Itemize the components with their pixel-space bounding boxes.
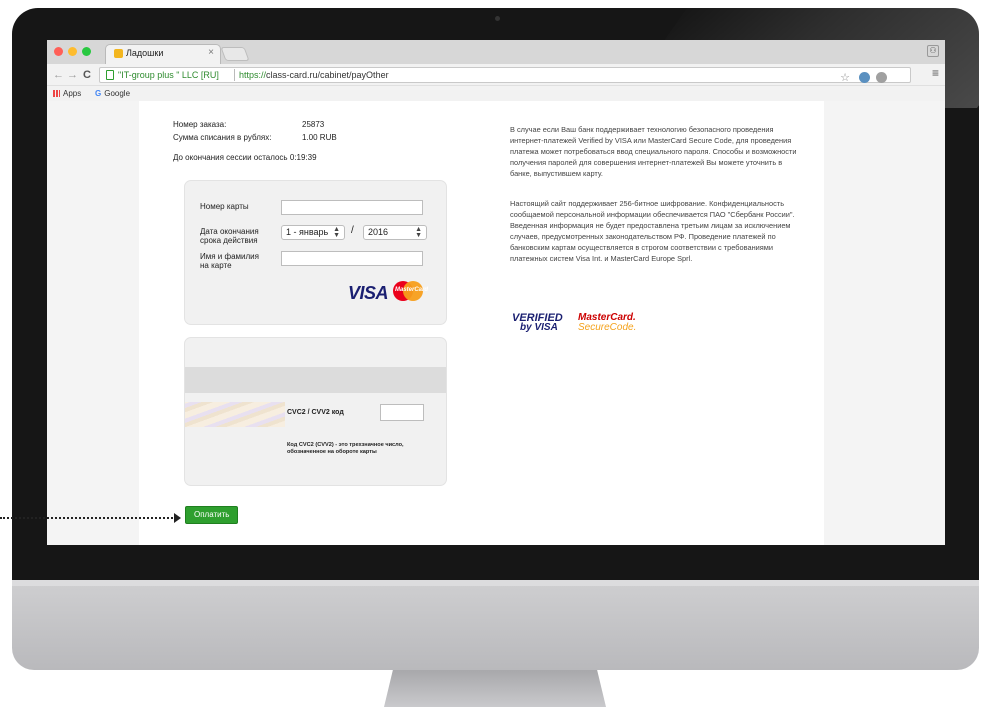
url-text[interactable]: https://class-card.ru/cabinet/payOther [239,70,389,80]
expiry-month-value: 1 - январь [286,227,329,237]
order-number-value: 25873 [302,120,325,129]
mastercard-logo-text: MasterCard [395,287,429,293]
pointer-arrow-head [174,513,181,523]
signature-strip [185,402,285,427]
google-icon: G [95,89,102,98]
bookmark-google[interactable]: G Google [95,89,130,98]
new-tab-button[interactable] [220,47,250,61]
screen: Ладошки × ⚇ ← → C "IT-group plus " LLC [… [47,40,945,545]
session-timer: До окончания сессии осталось 0:19:39 [173,153,317,162]
monitor-chin [12,580,979,670]
expiry-year-select[interactable]: 2016 ▲ ▼ [363,225,427,240]
mastercard-securecode-logo: MasterCard. SecureCode. [578,313,636,333]
monitor-stand [384,670,606,707]
visa-logo: VISA [348,283,389,303]
magnetic-stripe [185,367,446,393]
reload-icon[interactable]: C [83,67,91,83]
apps-icon [53,90,60,97]
menu-icon[interactable]: ≡ [932,66,939,80]
amount-label: Сумма списания в рублях: [173,133,272,142]
cvc-input[interactable] [380,404,424,421]
maximize-window-button[interactable] [82,47,91,56]
secure-payment-info: В случае если Ваш банк поддерживает техн… [510,125,797,178]
close-window-button[interactable] [54,47,63,56]
card-front-panel: Номер карты Дата окончания срока действи… [184,180,447,325]
extension-icon[interactable] [876,72,887,83]
back-icon[interactable]: ← [53,67,64,83]
close-icon[interactable]: × [208,47,214,58]
cvc-hint: Код CVC2 (CVV2) - это трехзначное число,… [287,442,404,455]
address-bar[interactable]: "IT-group plus " LLC [RU] https://class-… [99,67,911,84]
mastercard-logo: MasterCard [393,281,428,301]
ev-certificate-name[interactable]: "IT-group plus " LLC [RU] [118,70,219,80]
card-number-label: Номер карты [200,202,249,211]
pay-button[interactable]: Оплатить [185,506,239,524]
amount-value: 1.00 RUB [302,133,337,142]
tab-title: Ладошки [126,48,164,58]
star-icon[interactable]: ☆ [840,71,850,84]
updown-arrow-icon: ▲ ▼ [415,226,422,239]
camera-dot [495,16,500,21]
securecode-line2: SecureCode. [578,322,637,333]
verified-by-visa-logo: VERIFIED by VISA [512,313,563,333]
cardholder-label: Имя и фамилия на карте [200,252,259,270]
updown-arrow-icon: ▲ ▼ [333,226,340,239]
url-divider [234,69,235,81]
browser-tab[interactable]: Ладошки × [105,44,221,64]
order-number-label: Номер заказа: [173,120,227,129]
expiry-label: Дата окончания срока действия [200,227,259,245]
page: Номер заказа: 25873 Сумма списания в руб… [47,101,945,545]
expiry-separator: / [351,225,354,236]
expiry-month-select[interactable]: 1 - январь ▲ ▼ [281,225,345,240]
card-back-panel: CVC2 / CVV2 код Код CVC2 (CVV2) - это тр… [184,337,447,486]
forward-icon[interactable]: → [67,67,78,83]
favicon-icon [114,49,123,58]
verified-visa-line2: by VISA [520,322,558,333]
cvc-label: CVC2 / CVV2 код [287,409,344,416]
url-path: class-card.ru/cabinet/payOther [266,70,389,80]
bookmark-apps[interactable]: Apps [53,89,81,98]
monitor-chin-edge [12,580,979,586]
bookmark-google-label: Google [104,89,131,98]
minimize-window-button[interactable] [68,47,77,56]
tab-bar: Ладошки × ⚇ [47,40,945,64]
bookmark-apps-label: Apps [63,89,82,98]
profile-icon[interactable]: ⚇ [927,45,939,57]
cardholder-input[interactable] [281,251,423,266]
url-protocol: https:// [239,70,267,80]
lock-icon [106,70,114,80]
extension-icon[interactable] [859,72,870,83]
card-number-input[interactable] [281,200,423,215]
bookmarks-bar: Apps G Google [47,87,945,101]
payment-content: Номер заказа: 25873 Сумма списания в руб… [139,101,824,545]
pointer-dotted-line [0,517,176,519]
browser-toolbar: ← → C "IT-group plus " LLC [RU] https://… [47,64,945,86]
expiry-year-value: 2016 [368,227,389,237]
encryption-info: Настоящий сайт поддерживает 256-битное ш… [510,199,795,263]
